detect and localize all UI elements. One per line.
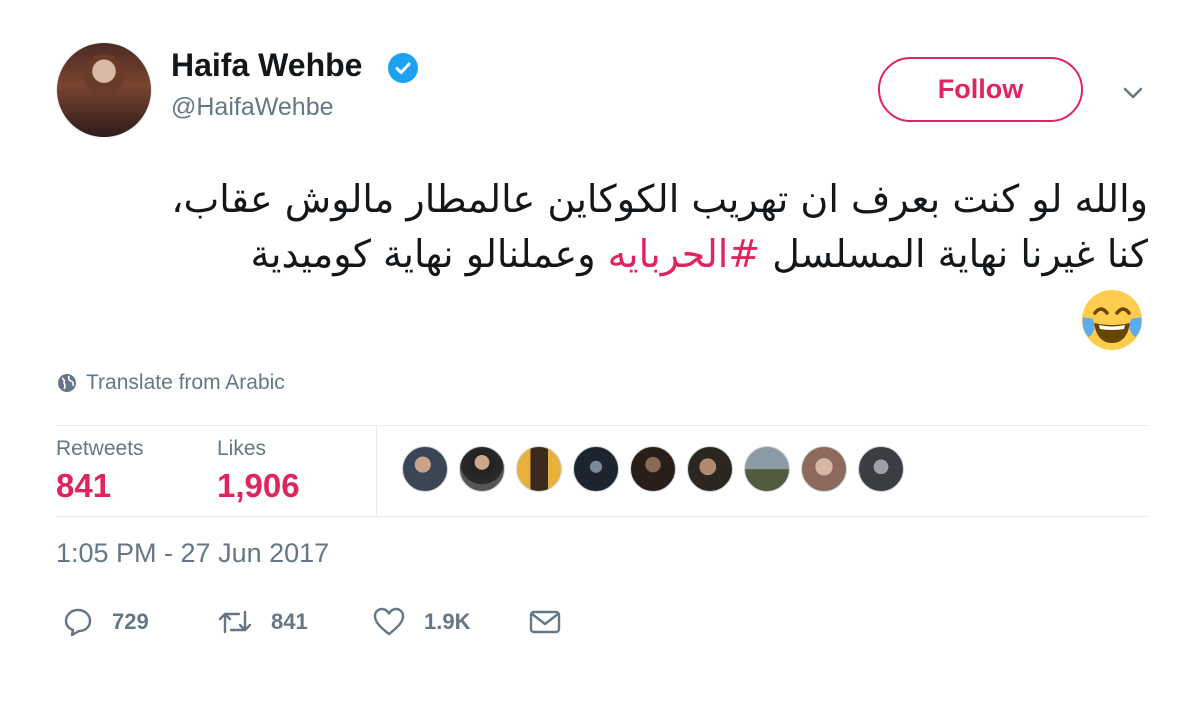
globe-icon (58, 374, 76, 392)
direct-message-button[interactable] (528, 606, 580, 638)
verified-badge-icon (388, 53, 418, 83)
reply-count: 729 (112, 609, 149, 634)
reply-button[interactable]: 729 (62, 606, 149, 638)
liker-avatars (402, 446, 915, 494)
translate-link[interactable]: Translate from Arabic (56, 371, 285, 395)
like-count: 1.9K (424, 609, 471, 634)
follow-button[interactable]: Follow (878, 57, 1083, 122)
retweet-button[interactable]: 841 (217, 606, 308, 638)
display-name[interactable]: Haifa Wehbe (171, 47, 362, 84)
likes-count: 1,906 (217, 467, 300, 504)
liker-avatar[interactable] (744, 446, 790, 492)
stats-separator (376, 426, 377, 516)
retweets-stat[interactable]: Retweets 841 (56, 437, 144, 505)
liker-avatar[interactable] (402, 446, 448, 492)
stats-top-divider (56, 425, 1148, 426)
tweet-timestamp[interactable]: 1:05 PM - 27 Jun 2017 (56, 538, 329, 569)
envelope-icon (529, 610, 561, 634)
liker-avatar[interactable] (573, 446, 619, 492)
liker-avatar[interactable] (459, 446, 505, 492)
retweet-icon (218, 610, 252, 634)
tweet-text: والله لو كنت بعرف ان تهريب الكوكاين عالم… (48, 172, 1148, 282)
chevron-down-icon[interactable] (1120, 80, 1146, 106)
stats-bottom-divider (56, 516, 1148, 517)
likes-stat[interactable]: Likes 1,906 (217, 437, 300, 505)
translate-label[interactable]: Translate from Arabic (86, 371, 285, 395)
likes-label: Likes (217, 437, 267, 460)
user-handle[interactable]: @HaifaWehbe (171, 93, 334, 122)
profile-avatar[interactable] (56, 42, 152, 138)
retweets-count: 841 (56, 467, 112, 504)
like-button[interactable]: 1.9K (372, 606, 470, 638)
tweet-line-1: والله لو كنت بعرف ان تهريب الكوكاين عالم… (171, 177, 1148, 221)
retweet-count: 841 (271, 609, 308, 634)
hashtag-link[interactable]: #الحربايه (608, 232, 761, 276)
liker-avatar[interactable] (516, 446, 562, 492)
retweets-label: Retweets (56, 437, 144, 460)
reply-icon (64, 608, 92, 637)
tweet-line-2-start: كنا غيرنا نهاية المسلسل (760, 232, 1148, 276)
liker-avatar[interactable] (858, 446, 904, 492)
liker-avatar[interactable] (687, 446, 733, 492)
tweet-line-2-end: وعملنالو نهاية كوميدية (250, 232, 608, 276)
heart-icon (373, 607, 405, 636)
tears-of-joy-emoji-icon (1079, 287, 1145, 353)
liker-avatar[interactable] (630, 446, 676, 492)
liker-avatar[interactable] (801, 446, 847, 492)
tweet-line-2: كنا غيرنا نهاية المسلسل #الحربايه وعملنا… (48, 227, 1149, 282)
